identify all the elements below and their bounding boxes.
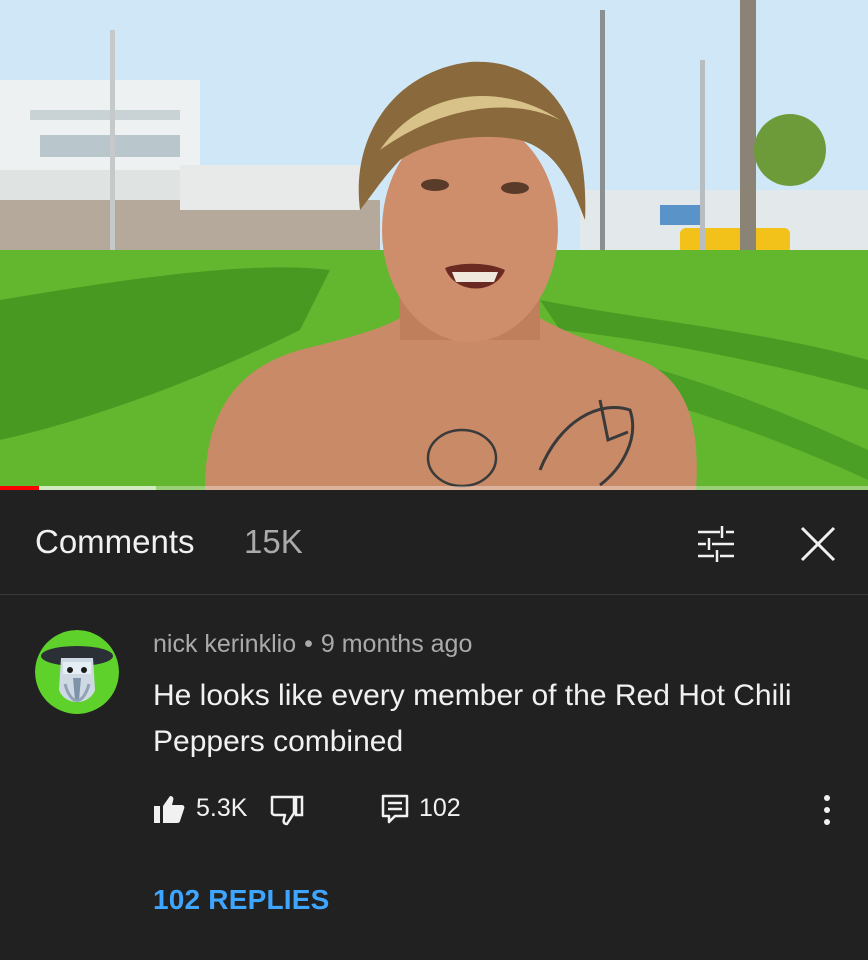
reply-count: 102 bbox=[419, 794, 461, 822]
comment-author[interactable]: nick kerinklio bbox=[153, 630, 296, 658]
close-icon bbox=[800, 526, 836, 562]
avatar-image bbox=[35, 630, 119, 714]
close-comments-button[interactable] bbox=[794, 520, 842, 568]
reply-comment-icon bbox=[381, 794, 409, 824]
comment-actions: 5.3K 102 bbox=[153, 788, 853, 828]
comment-text: He looks like every member of the Red Ho… bbox=[153, 679, 792, 758]
more-vertical-icon bbox=[824, 795, 830, 825]
view-replies-link[interactable]: 102 REPLIES bbox=[153, 884, 330, 916]
video-frame bbox=[0, 0, 868, 490]
meta-separator: • bbox=[304, 630, 313, 658]
comment-meta: nick kerinklio • 9 months ago bbox=[153, 630, 472, 659]
dislike-button[interactable] bbox=[270, 794, 304, 826]
video-player[interactable] bbox=[0, 0, 868, 490]
commenter-avatar[interactable] bbox=[35, 630, 119, 714]
sort-comments-button[interactable] bbox=[692, 520, 740, 568]
like-button[interactable] bbox=[153, 794, 185, 824]
thumbs-down-icon bbox=[270, 795, 304, 826]
comments-count: 15K bbox=[244, 523, 303, 560]
sort-filter-icon bbox=[698, 526, 734, 562]
thumbs-up-icon bbox=[154, 796, 185, 823]
comment-more-button[interactable] bbox=[815, 792, 839, 828]
comment-timestamp[interactable]: 9 months ago bbox=[321, 630, 473, 658]
reply-button[interactable] bbox=[381, 794, 409, 824]
like-count: 5.3K bbox=[196, 794, 248, 822]
comments-title: Comments bbox=[35, 523, 195, 560]
